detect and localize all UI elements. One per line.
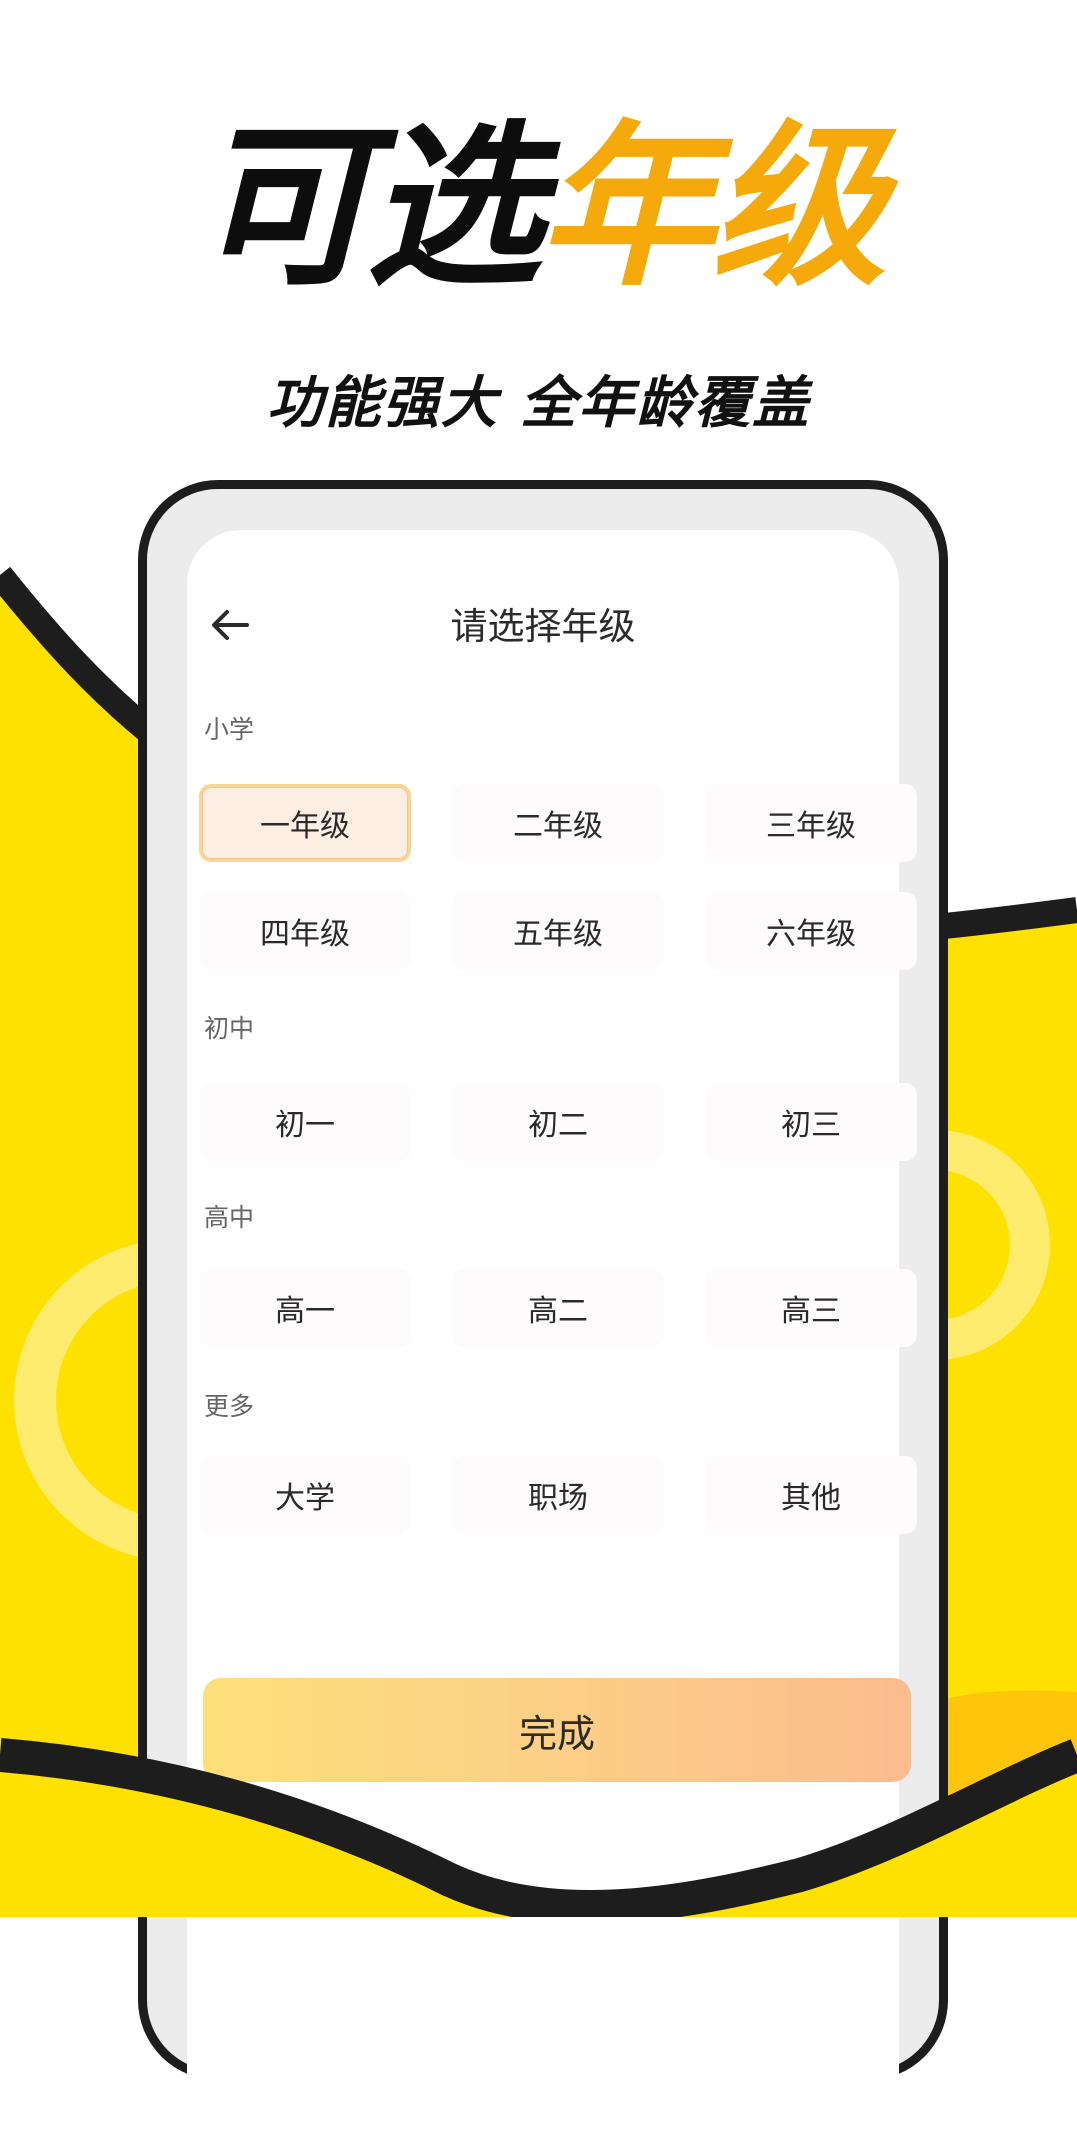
section-label-more: 更多 [204,1392,255,1421]
grade-row: 四年级 五年级 六年级 [199,892,917,970]
subheadline: 功能强大 全年龄覆盖 [266,371,811,436]
grade-chip[interactable]: 初一 [199,1083,411,1161]
orange-hill-right [940,1690,1077,1917]
grade-row: 初一 初二 初三 [199,1083,917,1161]
grade-row: 大学 职场 其他 [199,1456,917,1534]
phone-screen: 请选择年级 小学 一年级 二年级 三年级 四年级 五年级 六年级 初中 初一 初… [187,530,917,2130]
grade-chip[interactable]: 初三 [705,1083,917,1161]
section-label-middle: 初中 [204,1014,255,1043]
grade-chip[interactable]: 高二 [452,1269,664,1347]
grade-chip-selected[interactable]: 一年级 [199,784,411,862]
grade-chip[interactable]: 其他 [705,1456,917,1534]
section-label-primary: 小学 [204,715,255,744]
grade-chip[interactable]: 职场 [452,1456,664,1534]
grade-row: 高一 高二 高三 [199,1269,917,1347]
grade-chip[interactable]: 高一 [199,1269,411,1347]
headline: 可选年级 [0,108,1077,308]
grade-chip[interactable]: 初二 [452,1083,664,1161]
grade-chip[interactable]: 高三 [705,1269,917,1347]
grade-chip[interactable]: 三年级 [705,784,917,862]
grade-chip[interactable]: 六年级 [705,892,917,970]
grade-row: 一年级 二年级 三年级 [199,784,917,862]
grade-chip[interactable]: 二年级 [452,784,664,862]
headline-part1: 可选 [194,105,542,310]
page-title: 请选择年级 [450,605,636,648]
grade-chip[interactable]: 五年级 [452,892,664,970]
section-label-high: 高中 [204,1203,255,1232]
phone-mockup: 请选择年级 小学 一年级 二年级 三年级 四年级 五年级 六年级 初中 初一 初… [138,480,948,2130]
done-button[interactable]: 完成 [203,1678,911,1782]
headline-part2: 年级 [538,105,887,310]
grade-chip[interactable]: 四年级 [199,892,411,970]
grade-chip[interactable]: 大学 [199,1456,411,1534]
